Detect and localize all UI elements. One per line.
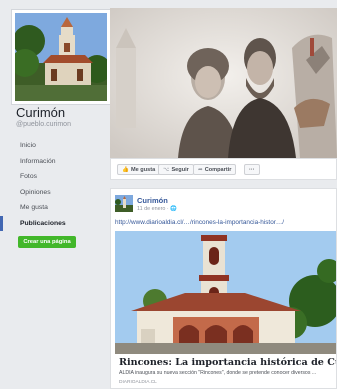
rss-icon: ⌥ [163,167,170,173]
like-button[interactable]: 👍 Me gusta [117,164,161,175]
post-author-avatar[interactable] [115,195,133,212]
share-arrow-icon: ➦ [198,167,203,173]
share-button[interactable]: ➦ Compartir [193,164,237,175]
sidebar-item-inicio[interactable]: Inicio [0,138,104,154]
link-preview-image[interactable] [115,231,336,354]
follow-button[interactable]: ⌥ Seguir [158,164,194,175]
create-page-button[interactable]: Crear una página [18,236,76,248]
sidebar-item-fotos[interactable]: Fotos [0,169,104,185]
thumbs-up-icon: 👍 [122,167,129,173]
page-title[interactable]: Curimón [16,105,65,120]
post-card: Curimón 11 de enero · 🌐 http://www.diari… [110,188,337,389]
sidebar-nav: Inicio Información Fotos Opiniones Me gu… [0,138,104,231]
post-timestamp[interactable]: 11 de enero · 🌐 [137,206,177,212]
more-options-button[interactable]: ··· [244,164,260,175]
post-link-url[interactable]: http://www.diarioaldia.cl/…/rincones-la-… [115,219,284,226]
sidebar-item-opiniones[interactable]: Opiniones [0,185,104,201]
link-preview-domain: DIARIOALDIA.CL [119,380,157,385]
page-action-bar: 👍 Me gusta ⌥ Seguir ➦ Compartir ··· [110,158,337,180]
globe-icon: · 🌐 [166,206,177,212]
sidebar-item-informacion[interactable]: Información [0,154,104,170]
post-author-name[interactable]: Curimón [137,196,168,205]
link-preview-description: ALDIA inaugura su nueva sección "Rincone… [119,370,317,376]
cover-photo[interactable] [110,8,337,158]
page-username[interactable]: @pueblo.curimon [16,121,71,128]
profile-picture[interactable] [12,10,110,104]
sidebar-item-publicaciones[interactable]: Publicaciones [0,215,104,231]
link-preview-title[interactable]: Rincones: La importancia histórica de Cu… [119,357,336,368]
sidebar-item-me-gusta[interactable]: Me gusta [0,200,104,216]
